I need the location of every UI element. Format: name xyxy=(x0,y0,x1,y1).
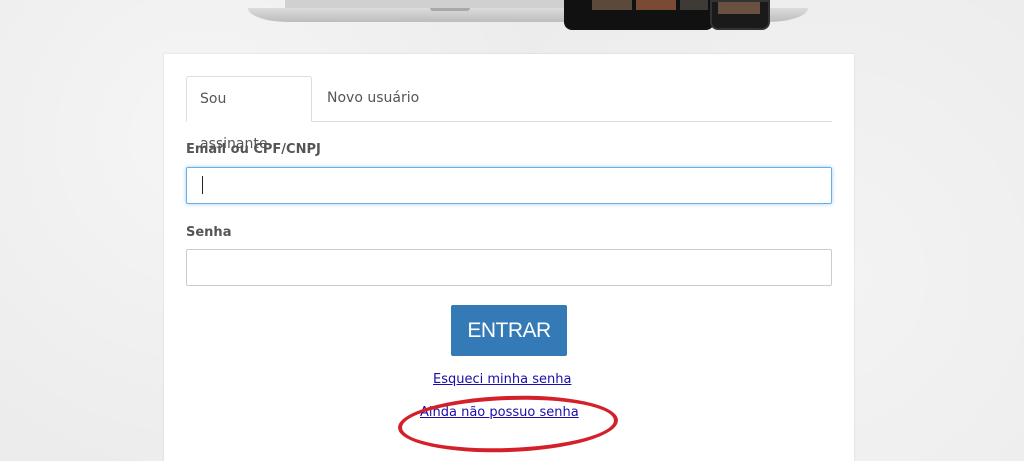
tablet-thumbnail xyxy=(636,0,676,10)
email-field[interactable] xyxy=(186,167,832,204)
password-field[interactable] xyxy=(186,249,832,286)
laptop-notch xyxy=(430,8,470,11)
devices-illustration xyxy=(240,0,808,34)
tablet-thumbnail xyxy=(680,0,708,10)
password-label: Senha xyxy=(186,225,232,240)
tablet-thumbnail xyxy=(592,0,632,10)
phone-device xyxy=(710,0,770,30)
forgot-password-link[interactable]: Esqueci minha senha xyxy=(433,372,571,387)
entrar-button[interactable]: ENTRAR xyxy=(451,305,567,356)
login-tabs: Sou assinante Novo usuário xyxy=(186,76,832,152)
tablet-device xyxy=(564,0,714,30)
no-password-link[interactable]: Ainda não possuo senha xyxy=(420,405,579,420)
text-caret xyxy=(202,176,203,194)
tab-sou-assinante[interactable]: Sou assinante xyxy=(186,76,312,152)
phone-thumbnail xyxy=(718,2,760,14)
email-label: Email ou CPF/CNPJ xyxy=(186,142,321,157)
tab-novo-usuario[interactable]: Novo usuário xyxy=(314,76,432,121)
login-card: Sou assinante Novo usuário Email ou CPF/… xyxy=(164,54,854,461)
